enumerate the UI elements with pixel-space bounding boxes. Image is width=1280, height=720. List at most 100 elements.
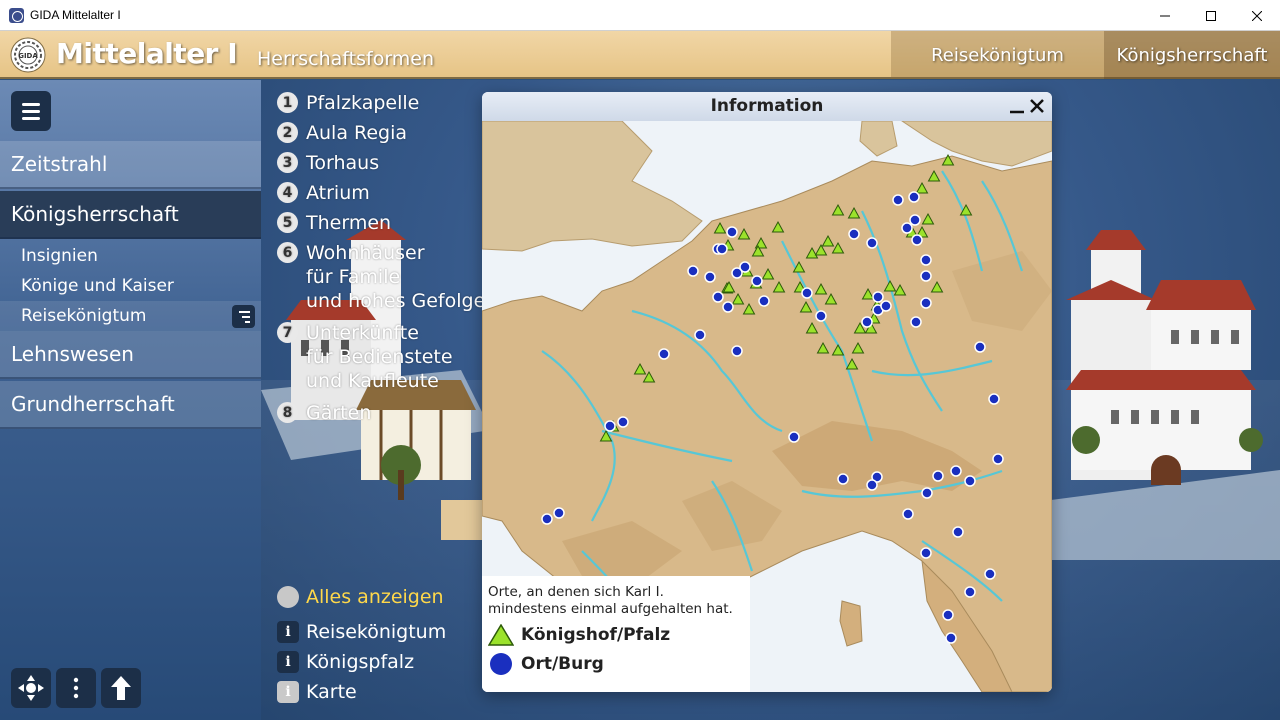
ort-burg-marker bbox=[920, 254, 932, 266]
poi-number: 3 bbox=[277, 152, 298, 173]
radio-circle-icon bbox=[277, 586, 299, 608]
sidebar-item-lehnswesen[interactable]: Lehnswesen bbox=[0, 331, 261, 379]
ort-burg-marker bbox=[942, 609, 954, 621]
poi-item-4[interactable]: 4 Atrium bbox=[277, 181, 370, 205]
ort-burg-marker bbox=[952, 526, 964, 538]
ort-burg-marker bbox=[704, 271, 716, 283]
ort-burg-marker bbox=[901, 222, 913, 234]
legend-label: Königshof/Pfalz bbox=[521, 625, 671, 645]
poi-label: Wohnhäuser für Famile und hohes Gefolge bbox=[306, 241, 485, 313]
list-icon-line bbox=[245, 320, 250, 323]
dialog-title: Information bbox=[710, 96, 824, 116]
poi-label: Unterkünfte für Bedienstete und Kaufleut… bbox=[306, 321, 453, 393]
ort-burg-marker bbox=[687, 265, 699, 277]
poi-item-1[interactable]: 1 Pfalzkapelle bbox=[277, 91, 419, 115]
poi-label-line: für Bedienstete bbox=[306, 346, 453, 368]
ort-burg-marker bbox=[902, 508, 914, 520]
poi-number: 4 bbox=[277, 182, 298, 203]
ort-burg-marker bbox=[866, 479, 878, 491]
poi-item-6[interactable]: 6 Wohnhäuser für Famile und hohes Gefolg… bbox=[277, 241, 485, 313]
sidebar-subitem-koenige-und-kaiser[interactable]: Könige und Kaiser bbox=[0, 271, 261, 301]
dialog-header[interactable]: Information bbox=[482, 92, 1052, 121]
more-options-button[interactable] bbox=[56, 668, 96, 708]
poi-label-line: und hohes Gefolge bbox=[306, 290, 486, 312]
info-button-karte[interactable]: i Karte bbox=[277, 681, 357, 703]
navigate-button[interactable] bbox=[11, 668, 51, 708]
ort-burg-marker bbox=[950, 465, 962, 477]
ort-burg-marker bbox=[716, 243, 728, 255]
app-name: Mittelalter I bbox=[56, 37, 238, 70]
dialog-minimize-icon[interactable] bbox=[1010, 100, 1024, 114]
ort-burg-marker bbox=[932, 470, 944, 482]
menu-button[interactable] bbox=[11, 91, 51, 131]
ort-burg-marker bbox=[910, 316, 922, 328]
ort-burg-marker bbox=[921, 487, 933, 499]
ort-burg-marker bbox=[604, 420, 616, 432]
ort-burg-marker bbox=[815, 310, 827, 322]
up-button[interactable] bbox=[101, 668, 141, 708]
submenu-list-button[interactable] bbox=[232, 305, 255, 328]
poi-item-5[interactable]: 5 Thermen bbox=[277, 211, 391, 235]
poi-item-7[interactable]: 7 Unterkünfte für Bedienstete und Kaufle… bbox=[277, 321, 453, 393]
poi-item-3[interactable]: 3 Torhaus bbox=[277, 151, 379, 175]
poi-number: 6 bbox=[277, 242, 298, 263]
info-button-koenigspfalz[interactable]: i Königspfalz bbox=[277, 651, 414, 673]
ort-burg-marker bbox=[722, 301, 734, 313]
poi-label: Atrium bbox=[306, 182, 370, 204]
ort-burg-marker bbox=[731, 345, 743, 357]
info-button-reisekoenigtum[interactable]: i Reisekönigtum bbox=[277, 621, 446, 643]
sidebar-item-koenigsherrschaft[interactable]: Königsherrschaft bbox=[0, 191, 261, 239]
palace-model-right bbox=[1051, 230, 1280, 560]
close-icon bbox=[1252, 10, 1262, 21]
sidebar: Zeitstrahl Königsherrschaft Insignien Kö… bbox=[0, 80, 261, 720]
ort-burg-marker bbox=[658, 348, 670, 360]
ort-burg-marker bbox=[909, 214, 921, 226]
sidebar-item-grundherrschaft[interactable]: Grundherrschaft bbox=[0, 381, 261, 429]
window-titlebar: GIDA Mittelalter I bbox=[0, 0, 1280, 31]
move-arrows-icon bbox=[18, 675, 44, 701]
ort-burg-marker bbox=[984, 568, 996, 580]
tab-reisekoenigtum[interactable]: Reisekönigtum bbox=[891, 31, 1104, 79]
sidebar-subitem-insignien[interactable]: Insignien bbox=[0, 241, 261, 271]
minimize-button[interactable] bbox=[1142, 0, 1188, 31]
ort-burg-marker bbox=[541, 513, 553, 525]
tab-koenigsherrschaft[interactable]: Königsherrschaft bbox=[1104, 31, 1280, 79]
green-triangle-icon bbox=[488, 624, 514, 646]
minimize-icon bbox=[1160, 15, 1170, 16]
ort-burg-marker bbox=[758, 295, 770, 307]
blue-circle-icon bbox=[490, 653, 512, 675]
svg-text:GIDA: GIDA bbox=[18, 52, 38, 60]
poi-label-line: Unterkünfte bbox=[306, 322, 419, 344]
close-window-button[interactable] bbox=[1234, 0, 1280, 31]
poi-number: 7 bbox=[277, 322, 298, 343]
dialog-close-icon[interactable] bbox=[1029, 98, 1045, 114]
ort-burg-marker bbox=[911, 234, 923, 246]
list-icon-line bbox=[242, 315, 250, 318]
poi-label: Aula Regia bbox=[306, 122, 408, 144]
window-title: GIDA Mittelalter I bbox=[30, 8, 121, 22]
ort-burg-marker bbox=[788, 431, 800, 443]
poi-item-2[interactable]: 2 Aula Regia bbox=[277, 121, 407, 145]
sidebar-subitem-reisekoenigtum[interactable]: Reisekönigtum bbox=[0, 301, 261, 331]
poi-number: 1 bbox=[277, 92, 298, 113]
ort-burg-marker bbox=[712, 291, 724, 303]
maximize-icon bbox=[1206, 10, 1216, 21]
poi-number: 2 bbox=[277, 122, 298, 143]
ort-burg-marker bbox=[801, 287, 813, 299]
ort-burg-marker bbox=[964, 475, 976, 487]
info-icon: i bbox=[277, 621, 299, 643]
maximize-button[interactable] bbox=[1188, 0, 1234, 31]
poi-label-line: für Famile bbox=[306, 266, 401, 288]
poi-label: Gärten bbox=[306, 402, 372, 424]
sidebar-subitem-label: Reisekönigtum bbox=[21, 306, 147, 326]
show-all-toggle[interactable]: Alles anzeigen bbox=[277, 586, 444, 608]
poi-label: Thermen bbox=[306, 212, 392, 234]
ort-burg-marker bbox=[751, 275, 763, 287]
info-dialog: Information Orte, an denen sich Karl I. … bbox=[482, 92, 1052, 692]
legend-caption: Orte, an denen sich Karl I. mindestens e… bbox=[488, 584, 733, 617]
show-all-label: Alles anzeigen bbox=[306, 586, 444, 608]
legend-item-ort-burg: Ort/Burg bbox=[488, 652, 744, 676]
section-title: Herrschaftsformen bbox=[257, 48, 435, 70]
sidebar-item-zeitstrahl[interactable]: Zeitstrahl bbox=[0, 141, 261, 189]
poi-item-8[interactable]: 8 Gärten bbox=[277, 401, 371, 425]
